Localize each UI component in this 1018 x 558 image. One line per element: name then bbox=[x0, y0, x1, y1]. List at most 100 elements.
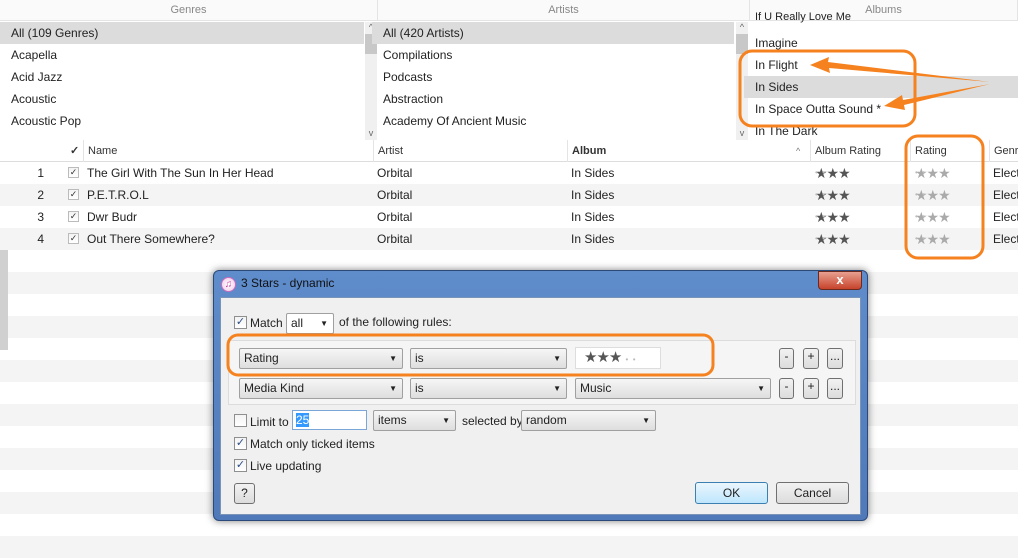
artist-item[interactable]: Compilations bbox=[372, 44, 734, 66]
selected-by-value: random bbox=[526, 413, 567, 427]
table-row[interactable]: 2 ✓ P.E.T.R.O.L Orbital In Sides ★★★ • •… bbox=[0, 184, 1018, 206]
track-name: The Girl With The Sun In Her Head bbox=[87, 166, 274, 180]
album-item[interactable]: In Flight bbox=[744, 54, 1018, 76]
rule-field-select[interactable]: Media Kind ▼ bbox=[239, 378, 403, 399]
track-number: 4 bbox=[37, 232, 44, 246]
genre-item[interactable]: Acapella bbox=[0, 44, 364, 66]
dropdown-arrow-icon: ▼ bbox=[320, 319, 328, 328]
limit-unit: items bbox=[378, 413, 407, 427]
track-genre: Electronic bbox=[993, 210, 1018, 224]
artist-item[interactable]: Abstraction bbox=[372, 88, 734, 110]
artist-item[interactable]: Academy Of Ancient Music bbox=[372, 110, 734, 132]
track-genre: Electronic bbox=[993, 232, 1018, 246]
track-genre: Electronic bbox=[993, 166, 1018, 180]
sort-ascending-icon: ^ bbox=[796, 146, 801, 156]
track-name: Out There Somewhere? bbox=[87, 232, 215, 246]
rule-value-select[interactable]: Music ▼ bbox=[575, 378, 771, 399]
track-album: In Sides bbox=[571, 188, 615, 202]
dialog-body: ✓ Match all ▼ of the following rules: Rat… bbox=[220, 297, 861, 515]
cancel-button[interactable]: Cancel bbox=[776, 482, 849, 504]
match-checkbox[interactable]: ✓ bbox=[234, 316, 247, 329]
match-select[interactable]: all ▼ bbox=[286, 313, 334, 334]
remove-rule-button[interactable]: - bbox=[779, 348, 794, 369]
limit-checkbox[interactable] bbox=[234, 414, 247, 427]
album-item[interactable]: If U Really Love Me bbox=[744, 10, 1018, 24]
track-name: Dwr Budr bbox=[87, 210, 138, 224]
track-name: P.E.T.R.O.L bbox=[87, 188, 149, 202]
track-checkbox[interactable]: ✓ bbox=[68, 189, 79, 200]
match-label: Match bbox=[250, 316, 283, 330]
more-rule-button[interactable]: ... bbox=[827, 348, 843, 369]
rule-field: Rating bbox=[244, 351, 279, 365]
match-suffix: of the following rules: bbox=[339, 315, 452, 329]
rule-operator-select[interactable]: is ▼ bbox=[410, 348, 567, 369]
rule-operator-select[interactable]: is ▼ bbox=[410, 378, 567, 399]
track-checkbox[interactable]: ✓ bbox=[68, 211, 79, 222]
limit-unit-select[interactable]: items ▼ bbox=[373, 410, 456, 431]
album-column-header[interactable]: Album bbox=[567, 140, 810, 162]
match-ticked-checkbox[interactable]: ✓ bbox=[234, 437, 247, 450]
genre-item[interactable]: Acoustic Pop bbox=[0, 110, 364, 132]
artist-item[interactable]: All (420 Artists) bbox=[372, 22, 734, 44]
track-album: In Sides bbox=[571, 166, 615, 180]
add-rule-button[interactable]: + bbox=[803, 378, 819, 399]
track-album: In Sides bbox=[571, 232, 615, 246]
table-row[interactable]: 4 ✓ Out There Somewhere? Orbital In Side… bbox=[0, 228, 1018, 250]
smart-playlist-dialog: ♫ 3 Stars - dynamic x ✓ Match all ▼ of th… bbox=[213, 270, 868, 521]
selected-by-label: selected by bbox=[462, 414, 523, 428]
track-number: 3 bbox=[37, 210, 44, 224]
rule-rating-stars[interactable]: ★★★ • • bbox=[575, 347, 661, 369]
track-artist: Orbital bbox=[377, 210, 413, 224]
album-item[interactable]: In Sides bbox=[744, 76, 1018, 98]
track-checkbox[interactable]: ✓ bbox=[68, 233, 79, 244]
table-row[interactable]: 1 ✓ The Girl With The Sun In Her Head Or… bbox=[0, 162, 1018, 184]
add-rule-button[interactable]: + bbox=[803, 348, 819, 369]
limit-input[interactable]: 25 bbox=[292, 410, 367, 430]
close-button[interactable]: x bbox=[818, 271, 862, 290]
remove-rule-button[interactable]: - bbox=[779, 378, 794, 399]
empty-row-stripe bbox=[0, 536, 1018, 558]
track-artist: Orbital bbox=[377, 232, 413, 246]
artists-header[interactable]: Artists bbox=[378, 0, 750, 21]
limit-value: 25 bbox=[296, 413, 310, 427]
rule-operator: is bbox=[415, 351, 424, 365]
track-genre: Electronic bbox=[993, 188, 1018, 202]
more-rule-button[interactable]: ... bbox=[827, 378, 843, 399]
dialog-title: 3 Stars - dynamic bbox=[241, 276, 335, 290]
left-edge-handle bbox=[0, 250, 8, 350]
track-table-header: ✓ Name Artist Album ^ Album Rating Ratin… bbox=[0, 140, 1018, 162]
track-checkbox[interactable]: ✓ bbox=[68, 167, 79, 178]
rule-value: Music bbox=[580, 381, 612, 395]
table-row[interactable]: 3 ✓ Dwr Budr Orbital In Sides ★★★ • • ★★… bbox=[0, 206, 1018, 228]
rule-field: Media Kind bbox=[244, 381, 305, 395]
match-value: all bbox=[291, 316, 304, 330]
genres-header[interactable]: Genres bbox=[0, 0, 378, 21]
rule-field-select[interactable]: Rating ▼ bbox=[239, 348, 403, 369]
track-number: 1 bbox=[37, 166, 44, 180]
selected-by-select[interactable]: random ▼ bbox=[521, 410, 656, 431]
artist-item[interactable]: Podcasts bbox=[372, 66, 734, 88]
live-updating-label: Live updating bbox=[250, 459, 322, 473]
live-updating-checkbox[interactable]: ✓ bbox=[234, 459, 247, 472]
limit-label: Limit to bbox=[250, 415, 289, 429]
genre-item[interactable]: Acoustic bbox=[0, 88, 364, 110]
genre-column-header[interactable]: Genre bbox=[989, 140, 1018, 162]
rating-column-header[interactable]: Rating bbox=[910, 140, 989, 162]
artist-column-header[interactable]: Artist bbox=[373, 140, 567, 162]
ok-button[interactable]: OK bbox=[695, 482, 768, 504]
match-ticked-label: Match only ticked items bbox=[250, 437, 375, 451]
help-button[interactable]: ? bbox=[234, 483, 255, 504]
genre-item[interactable]: Acid Jazz bbox=[0, 66, 364, 88]
track-number: 2 bbox=[37, 188, 44, 202]
album-item[interactable]: Imagine bbox=[744, 32, 1018, 54]
track-artist: Orbital bbox=[377, 166, 413, 180]
itunes-icon: ♫ bbox=[221, 277, 236, 292]
album-item[interactable]: In Space Outta Sound * bbox=[744, 98, 1018, 120]
check-column-header[interactable]: ✓ bbox=[66, 140, 79, 162]
album-item[interactable]: In The Dark bbox=[744, 124, 1018, 138]
genre-item[interactable]: All (109 Genres) bbox=[0, 22, 364, 44]
album-rating-column-header[interactable]: Album Rating bbox=[810, 140, 910, 162]
track-artist: Orbital bbox=[377, 188, 413, 202]
name-column-header[interactable]: Name bbox=[83, 140, 373, 162]
track-album: In Sides bbox=[571, 210, 615, 224]
